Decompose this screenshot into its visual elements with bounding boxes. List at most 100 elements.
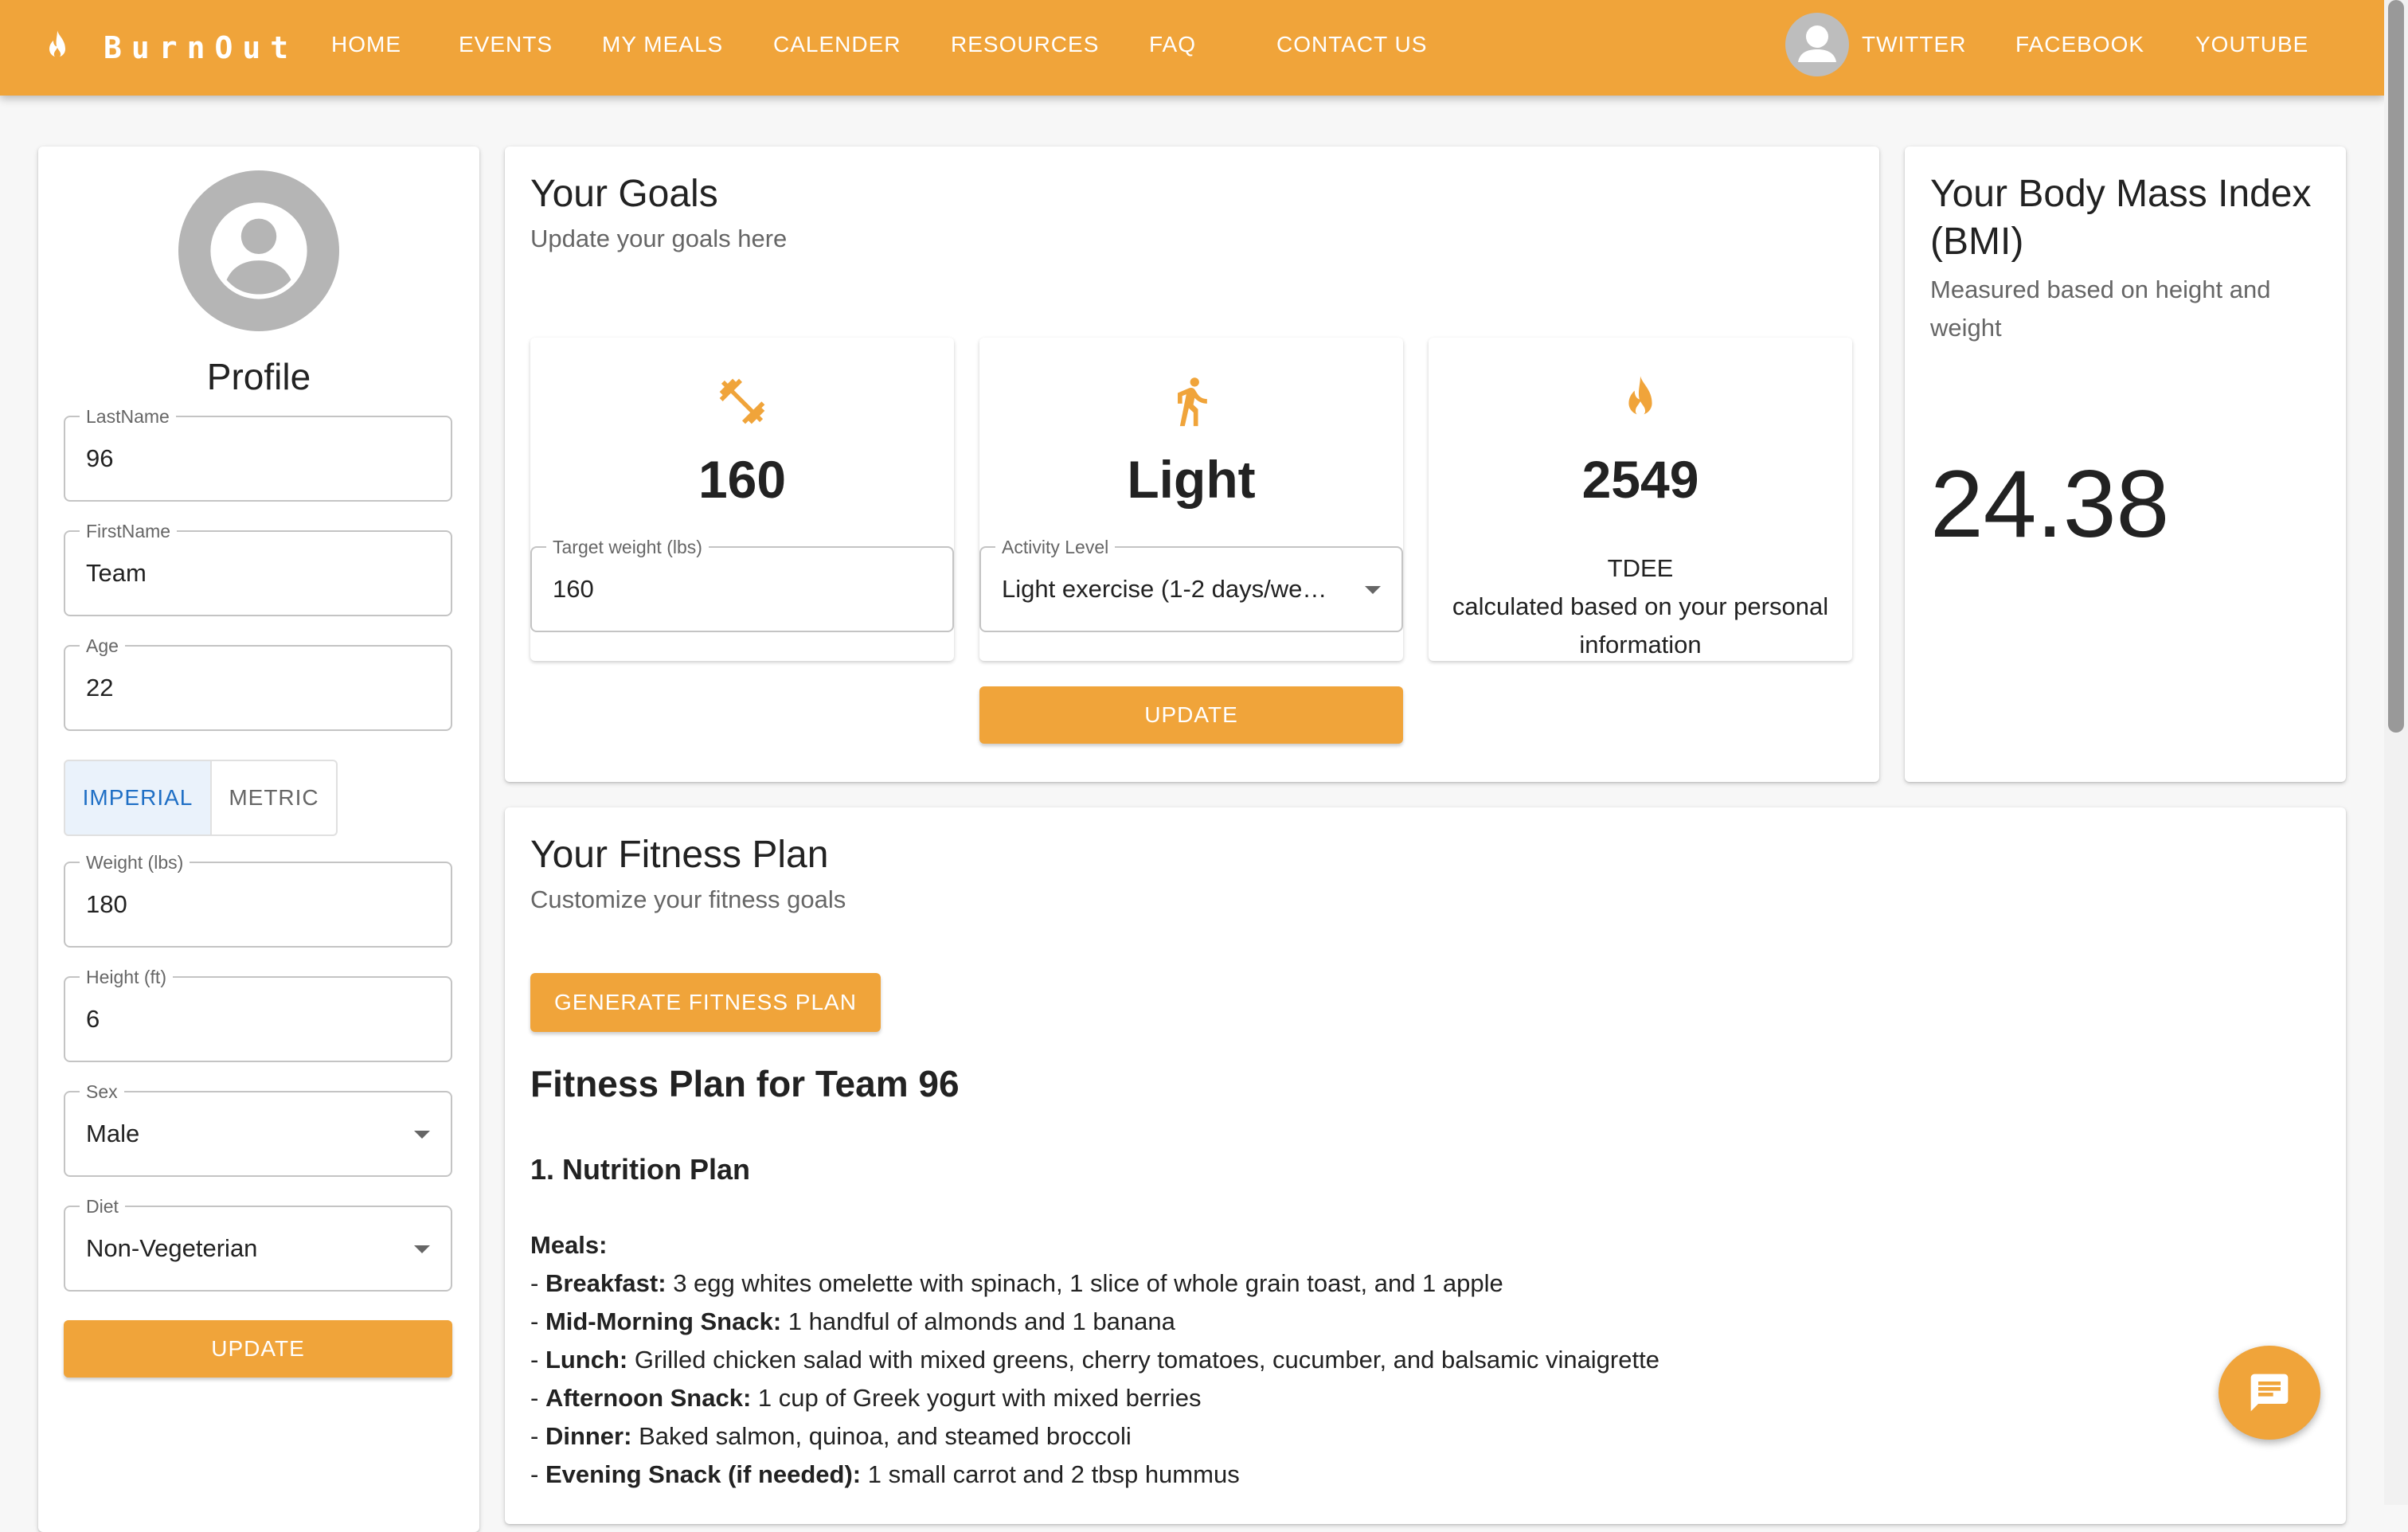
nav-my-meals[interactable]: MY MEALS <box>602 0 723 96</box>
dumbbell-icon <box>719 378 765 424</box>
bmi-title: Your Body Mass Index (BMI) <box>1930 173 2312 263</box>
sex-label: Sex <box>80 1081 124 1102</box>
bmi-value: 24.38 <box>1930 451 2170 557</box>
dropdown-arrow-icon <box>414 1245 430 1253</box>
firstname-field[interactable]: FirstName Team <box>64 521 452 616</box>
metric-button[interactable]: METRIC <box>212 760 338 836</box>
brand-name: BurnOut <box>104 30 299 65</box>
goals-update-button[interactable]: UPDATE <box>979 686 1403 744</box>
lastname-label: LastName <box>80 406 176 427</box>
activity-level-selected[interactable]: Light exercise (1-2 days/we… <box>1002 572 1352 607</box>
goals-subtitle: Update your goals here <box>530 225 788 252</box>
meal-name: Lunch: <box>545 1346 628 1374</box>
weight-label: Weight (lbs) <box>80 852 190 873</box>
chat-icon <box>2250 1374 2289 1412</box>
meal-text: 3 egg whites omelette with spinach, 1 sl… <box>673 1269 1503 1297</box>
tdee-explanation: calculated based on your personal inform… <box>1452 592 1829 659</box>
target-weight-card: 160 Target weight (lbs) 160 <box>530 338 954 661</box>
target-weight-value: 160 <box>698 450 787 509</box>
sex-select[interactable]: Sex Male <box>64 1081 452 1177</box>
meal-text: Grilled chicken salad with mixed greens,… <box>634 1346 1659 1374</box>
nav-events[interactable]: EVENTS <box>459 0 553 96</box>
diet-select[interactable]: Diet Non-Vegeterian <box>64 1196 452 1292</box>
nav-twitter[interactable]: TWITTER <box>1862 0 1966 96</box>
profile-update-button[interactable]: UPDATE <box>64 1320 452 1378</box>
activity-level-label: Activity Level <box>995 537 1116 557</box>
scrollbar-thumb[interactable] <box>2388 0 2404 733</box>
height-label: Height (ft) <box>80 967 173 987</box>
goals-title: Your Goals <box>530 173 718 215</box>
bmi-card: Your Body Mass Index (BMI) Measured base… <box>1905 147 2346 782</box>
firstname-value[interactable]: Team <box>86 556 147 591</box>
tdee-label: TDEE <box>1607 554 1674 582</box>
firstname-label: FirstName <box>80 521 178 541</box>
nutrition-plan-heading: 1. Nutrition Plan <box>530 1153 751 1186</box>
sex-value[interactable]: Male <box>86 1116 139 1151</box>
list-item: - Breakfast: 3 egg whites omelette with … <box>530 1269 1503 1297</box>
profile-title: Profile <box>206 356 311 397</box>
meals-label: Meals: <box>530 1231 608 1259</box>
age-field[interactable]: Age 22 <box>64 635 452 731</box>
activity-level-value: Light <box>1127 450 1256 509</box>
nav-facebook[interactable]: FACEBOOK <box>2015 0 2144 96</box>
chat-button[interactable] <box>2218 1346 2320 1440</box>
meal-name: Breakfast: <box>545 1269 666 1297</box>
activity-level-card: Light Activity Level Light exercise (1-2… <box>979 338 1403 661</box>
user-avatar[interactable] <box>1785 13 1849 76</box>
user-avatar-icon <box>1798 25 1836 62</box>
lastname-field[interactable]: LastName 96 <box>64 406 452 502</box>
dropdown-arrow-icon <box>414 1131 430 1139</box>
bmi-subtitle: Measured based on height and weight <box>1930 276 2271 342</box>
tdee-card: 2549 TDEE calculated based on your perso… <box>1429 338 1852 661</box>
dropdown-arrow-icon <box>1365 586 1381 594</box>
age-value[interactable]: 22 <box>86 670 113 705</box>
meal-name: Dinner: <box>545 1422 632 1450</box>
plan-heading: Fitness Plan for Team 96 <box>530 1063 960 1104</box>
running-icon <box>1178 377 1207 427</box>
nav-calender[interactable]: CALENDER <box>773 0 901 96</box>
meal-text: 1 small carrot and 2 tbsp hummus <box>867 1460 1240 1488</box>
lastname-value[interactable]: 96 <box>86 441 113 476</box>
profile-card: Profile LastName 96 FirstName Team Age 2… <box>38 147 479 1532</box>
target-weight-field[interactable]: Target weight (lbs) 160 <box>530 537 954 632</box>
plan-subtitle: Customize your fitness goals <box>530 885 846 913</box>
meal-text: 1 handful of almonds and 1 banana <box>788 1307 1175 1335</box>
target-weight-label: Target weight (lbs) <box>546 537 709 557</box>
unit-toggle: IMPERIAL METRIC <box>64 760 338 836</box>
nav-home[interactable]: HOME <box>331 0 401 96</box>
meal-name: Mid-Morning Snack: <box>545 1307 782 1335</box>
tdee-description: TDEE calculated based on your personal i… <box>1429 549 1852 664</box>
diet-value[interactable]: Non-Vegeterian <box>86 1231 257 1266</box>
account-circle-icon <box>210 202 307 299</box>
height-value[interactable]: 6 <box>86 1002 100 1037</box>
brand[interactable]: BurnOut <box>41 29 298 67</box>
nav-faq[interactable]: FAQ <box>1149 0 1196 96</box>
imperial-button[interactable]: IMPERIAL <box>64 760 212 836</box>
list-item: - Lunch: Grilled chicken salad with mixe… <box>530 1346 1659 1374</box>
age-label: Age <box>80 635 125 656</box>
meal-name: Evening Snack (if needed): <box>545 1460 862 1488</box>
meal-text: 1 cup of Greek yogurt with mixed berries <box>757 1384 1202 1412</box>
list-item: - Evening Snack (if needed): 1 small car… <box>530 1460 1240 1488</box>
list-item: - Afternoon Snack: 1 cup of Greek yogurt… <box>530 1384 1202 1412</box>
goals-card: Your Goals Update your goals here 160 Ta… <box>505 147 1879 782</box>
nav-resources[interactable]: RESOURCES <box>951 0 1099 96</box>
list-item: - Dinner: Baked salmon, quinoa, and stea… <box>530 1422 1132 1450</box>
height-field[interactable]: Height (ft) 6 <box>64 967 452 1062</box>
fitness-plan-card: Your Fitness Plan Customize your fitness… <box>505 807 2346 1524</box>
profile-avatar[interactable] <box>178 170 339 331</box>
flame-icon <box>49 30 65 58</box>
target-weight-input[interactable]: 160 <box>553 572 594 607</box>
meal-name: Afternoon Snack: <box>545 1384 752 1412</box>
list-item: - Mid-Morning Snack: 1 handful of almond… <box>530 1307 1175 1335</box>
weight-value[interactable]: 180 <box>86 887 127 922</box>
plan-title: Your Fitness Plan <box>530 834 829 876</box>
meal-list: Meals: - Breakfast: 3 egg whites omelett… <box>530 1226 1659 1494</box>
diet-label: Diet <box>80 1196 125 1217</box>
nav-youtube[interactable]: YOUTUBE <box>2195 0 2308 96</box>
activity-level-select[interactable]: Activity Level Light exercise (1-2 days/… <box>979 537 1403 632</box>
generate-fitness-plan-button[interactable]: GENERATE FITNESS PLAN <box>530 973 881 1032</box>
weight-field[interactable]: Weight (lbs) 180 <box>64 852 452 948</box>
nav-contact-us[interactable]: CONTACT US <box>1276 0 1427 96</box>
tdee-value: 2549 <box>1581 450 1699 509</box>
